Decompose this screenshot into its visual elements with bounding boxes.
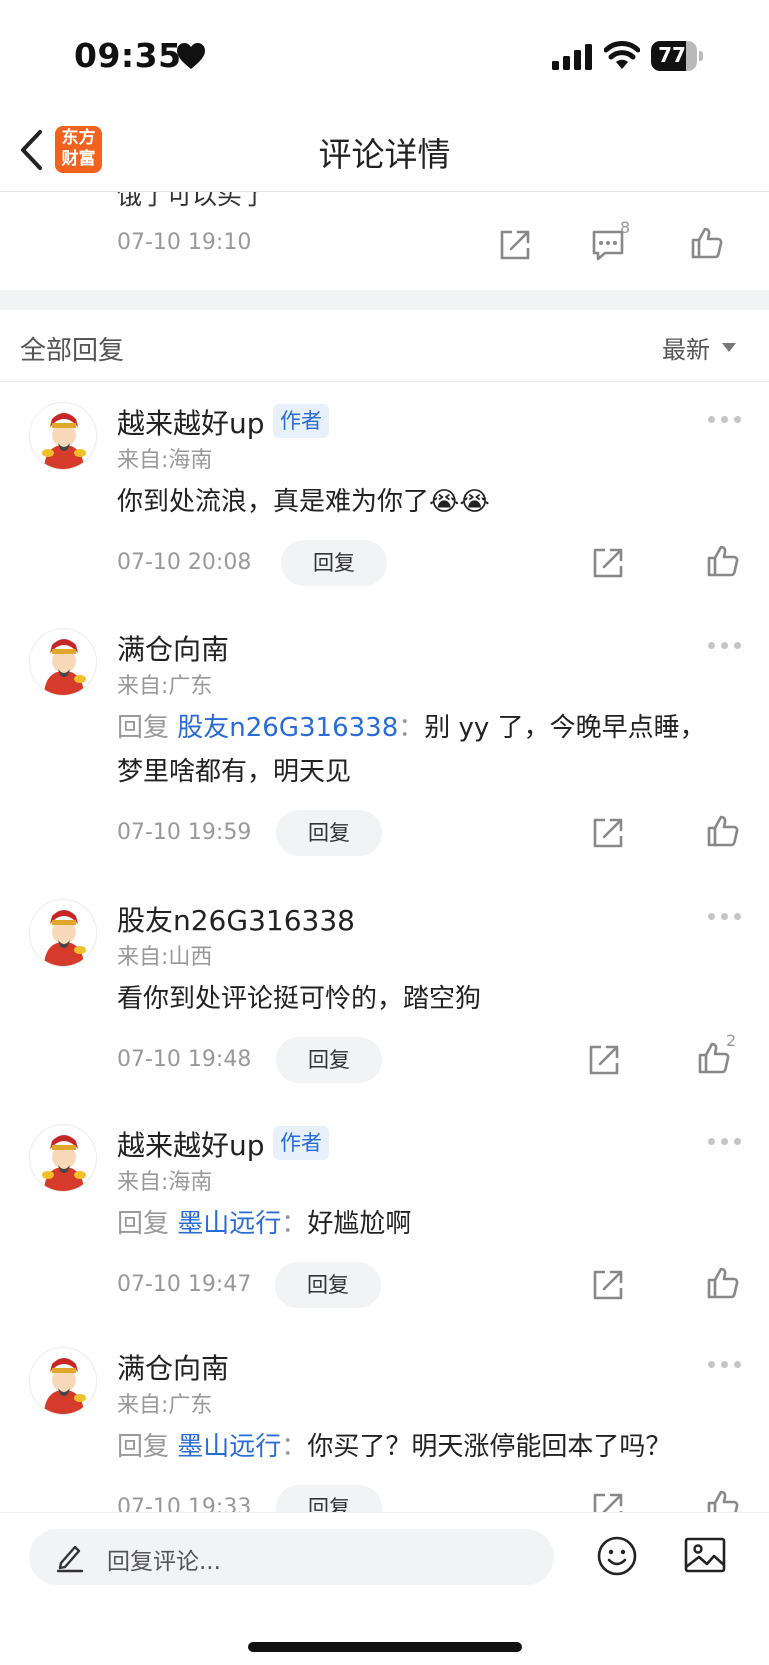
wifi-icon [604, 41, 640, 69]
reply-button[interactable]: 回复 [275, 1262, 381, 1308]
reply-target-link[interactable]: 墨山远行 [177, 1209, 281, 1239]
share-icon[interactable] [591, 546, 625, 580]
parent-comment-footer: 饿了可以买了 07-10 19:10 8 [0, 192, 769, 290]
share-icon[interactable] [498, 228, 532, 262]
reply-colon: ： [398, 713, 425, 743]
like-icon[interactable] [706, 1489, 740, 1512]
reply-item: 满仓向南 来自:广东 回复 墨山远行：你买了？明天涨停能回本了吗？ 07-10 … [0, 1347, 769, 1512]
avatar[interactable] [29, 628, 97, 696]
more-icon[interactable] [708, 1361, 742, 1369]
more-icon[interactable] [708, 1138, 742, 1146]
avatar-image [44, 639, 86, 695]
username[interactable]: 满仓向南 [117, 628, 229, 668]
reply-time: 07-10 19:33 [117, 1495, 252, 1512]
location: 来自:广东 [117, 674, 213, 699]
reply-input[interactable]: 回复评论... [29, 1529, 554, 1585]
share-icon[interactable] [591, 1268, 625, 1302]
reply-text: 好尴尬啊 [307, 1209, 412, 1239]
reply-composer-bar: 回复评论... [0, 1512, 769, 1665]
reply-item: 越来越好up 作者 来自:海南 回复 墨山远行：好尴尬啊 07-10 19:47… [0, 1124, 769, 1324]
avatar[interactable] [29, 899, 97, 967]
reply-content: 回复 墨山远行：好尴尬啊 [117, 1202, 717, 1246]
comment-count: 8 [620, 218, 631, 237]
username[interactable]: 越来越好up [117, 1124, 265, 1164]
reply-time: 07-10 20:08 [117, 550, 252, 575]
more-icon[interactable] [708, 913, 742, 921]
location: 来自:山西 [117, 945, 213, 970]
battery-icon: 77 [651, 41, 703, 71]
author-badge: 作者 [273, 1126, 329, 1160]
location: 来自:广东 [117, 1393, 213, 1418]
like-icon[interactable] [706, 1266, 740, 1300]
avatar-image [42, 1135, 86, 1191]
reply-text: 看你到处评论挺可怜的，踏空狗 [117, 984, 482, 1014]
reply-prefix: 回复 [117, 713, 170, 743]
parent-comment-text: 饿了可以买了 [117, 192, 268, 210]
reply-button[interactable]: 回复 [276, 810, 382, 856]
like-icon[interactable] [706, 544, 740, 578]
reply-colon: ： [281, 1209, 308, 1239]
reply-button[interactable]: 回复 [281, 540, 387, 586]
avatar[interactable] [29, 402, 97, 470]
reply-colon: ： [281, 1432, 308, 1462]
heart-icon [177, 43, 205, 69]
avatar[interactable] [29, 1347, 97, 1415]
reply-target-link[interactable]: 股友n26G316338 [177, 713, 398, 743]
more-icon[interactable] [708, 642, 742, 650]
avatar-image [42, 413, 86, 469]
signal-icon [552, 44, 592, 70]
reply-text: 你到处流浪，真是难为你了😭😭 [117, 487, 490, 517]
username[interactable]: 股友n26G316338 [117, 899, 355, 939]
reply-input-placeholder: 回复评论... [107, 1549, 221, 1575]
avatar[interactable] [29, 1124, 97, 1192]
avatar-image [44, 1358, 86, 1414]
section-divider [0, 290, 769, 310]
share-icon[interactable] [591, 816, 625, 850]
reply-item: 越来越好up 作者 来自:海南 你到处流浪，真是难为你了😭😭 07-10 20:… [0, 402, 769, 602]
emoji-icon[interactable] [596, 1535, 638, 1577]
avatar-image [44, 910, 86, 966]
reply-text: 你买了？明天涨停能回本了吗？ [307, 1432, 672, 1462]
home-indicator[interactable] [248, 1642, 522, 1652]
reply-prefix: 回复 [117, 1432, 170, 1462]
pencil-icon [56, 1545, 84, 1573]
username[interactable]: 越来越好up [117, 402, 265, 442]
location: 来自:海南 [117, 1170, 213, 1195]
reply-content: 看你到处评论挺可怜的，踏空狗 [117, 977, 717, 1021]
reply-content: 回复 股友n26G316338：别 yy 了，今晚早点睡，梦里啥都有，明天见 [117, 706, 717, 794]
reply-prefix: 回复 [117, 1209, 170, 1239]
like-count: 2 [726, 1031, 737, 1050]
reply-button[interactable]: 回复 [276, 1037, 382, 1083]
sort-dropdown[interactable]: 最新 [662, 330, 710, 365]
reply-target-link[interactable]: 墨山远行 [177, 1432, 281, 1462]
location: 来自:海南 [117, 448, 213, 473]
parent-comment-time: 07-10 19:10 [117, 230, 252, 255]
like-icon[interactable] [706, 814, 740, 848]
reply-time: 07-10 19:59 [117, 820, 252, 845]
reply-button[interactable]: 回复 [276, 1485, 382, 1512]
status-bar: 09:35 77 [0, 0, 769, 110]
username[interactable]: 满仓向南 [117, 1347, 229, 1387]
page-title: 评论详情 [318, 135, 451, 174]
status-time: 09:35 [74, 36, 182, 75]
battery-level: 77 [658, 43, 686, 67]
reply-content: 回复 墨山远行：你买了？明天涨停能回本了吗？ [117, 1425, 757, 1469]
share-icon[interactable] [587, 1043, 621, 1077]
image-icon[interactable] [684, 1537, 726, 1573]
chevron-down-icon[interactable] [722, 343, 736, 352]
more-icon[interactable] [708, 416, 742, 424]
author-badge: 作者 [273, 404, 329, 438]
reply-content: 你到处流浪，真是难为你了😭😭 [117, 480, 717, 524]
section-title: 全部回复 [20, 336, 125, 366]
reply-time: 07-10 19:48 [117, 1047, 252, 1072]
reply-item: 满仓向南 来自:广东 回复 股友n26G316338：别 yy 了，今晚早点睡，… [0, 628, 769, 868]
like-icon[interactable] [690, 226, 724, 260]
reply-time: 07-10 19:47 [117, 1272, 252, 1297]
reply-item: 股友n26G316338 来自:山西 看你到处评论挺可怜的，踏空狗 07-10 … [0, 899, 769, 1099]
share-icon[interactable] [591, 1491, 625, 1512]
replies-header: 全部回复 最新 [0, 310, 769, 382]
nav-bar: 东方 财富 评论详情 [0, 110, 769, 192]
